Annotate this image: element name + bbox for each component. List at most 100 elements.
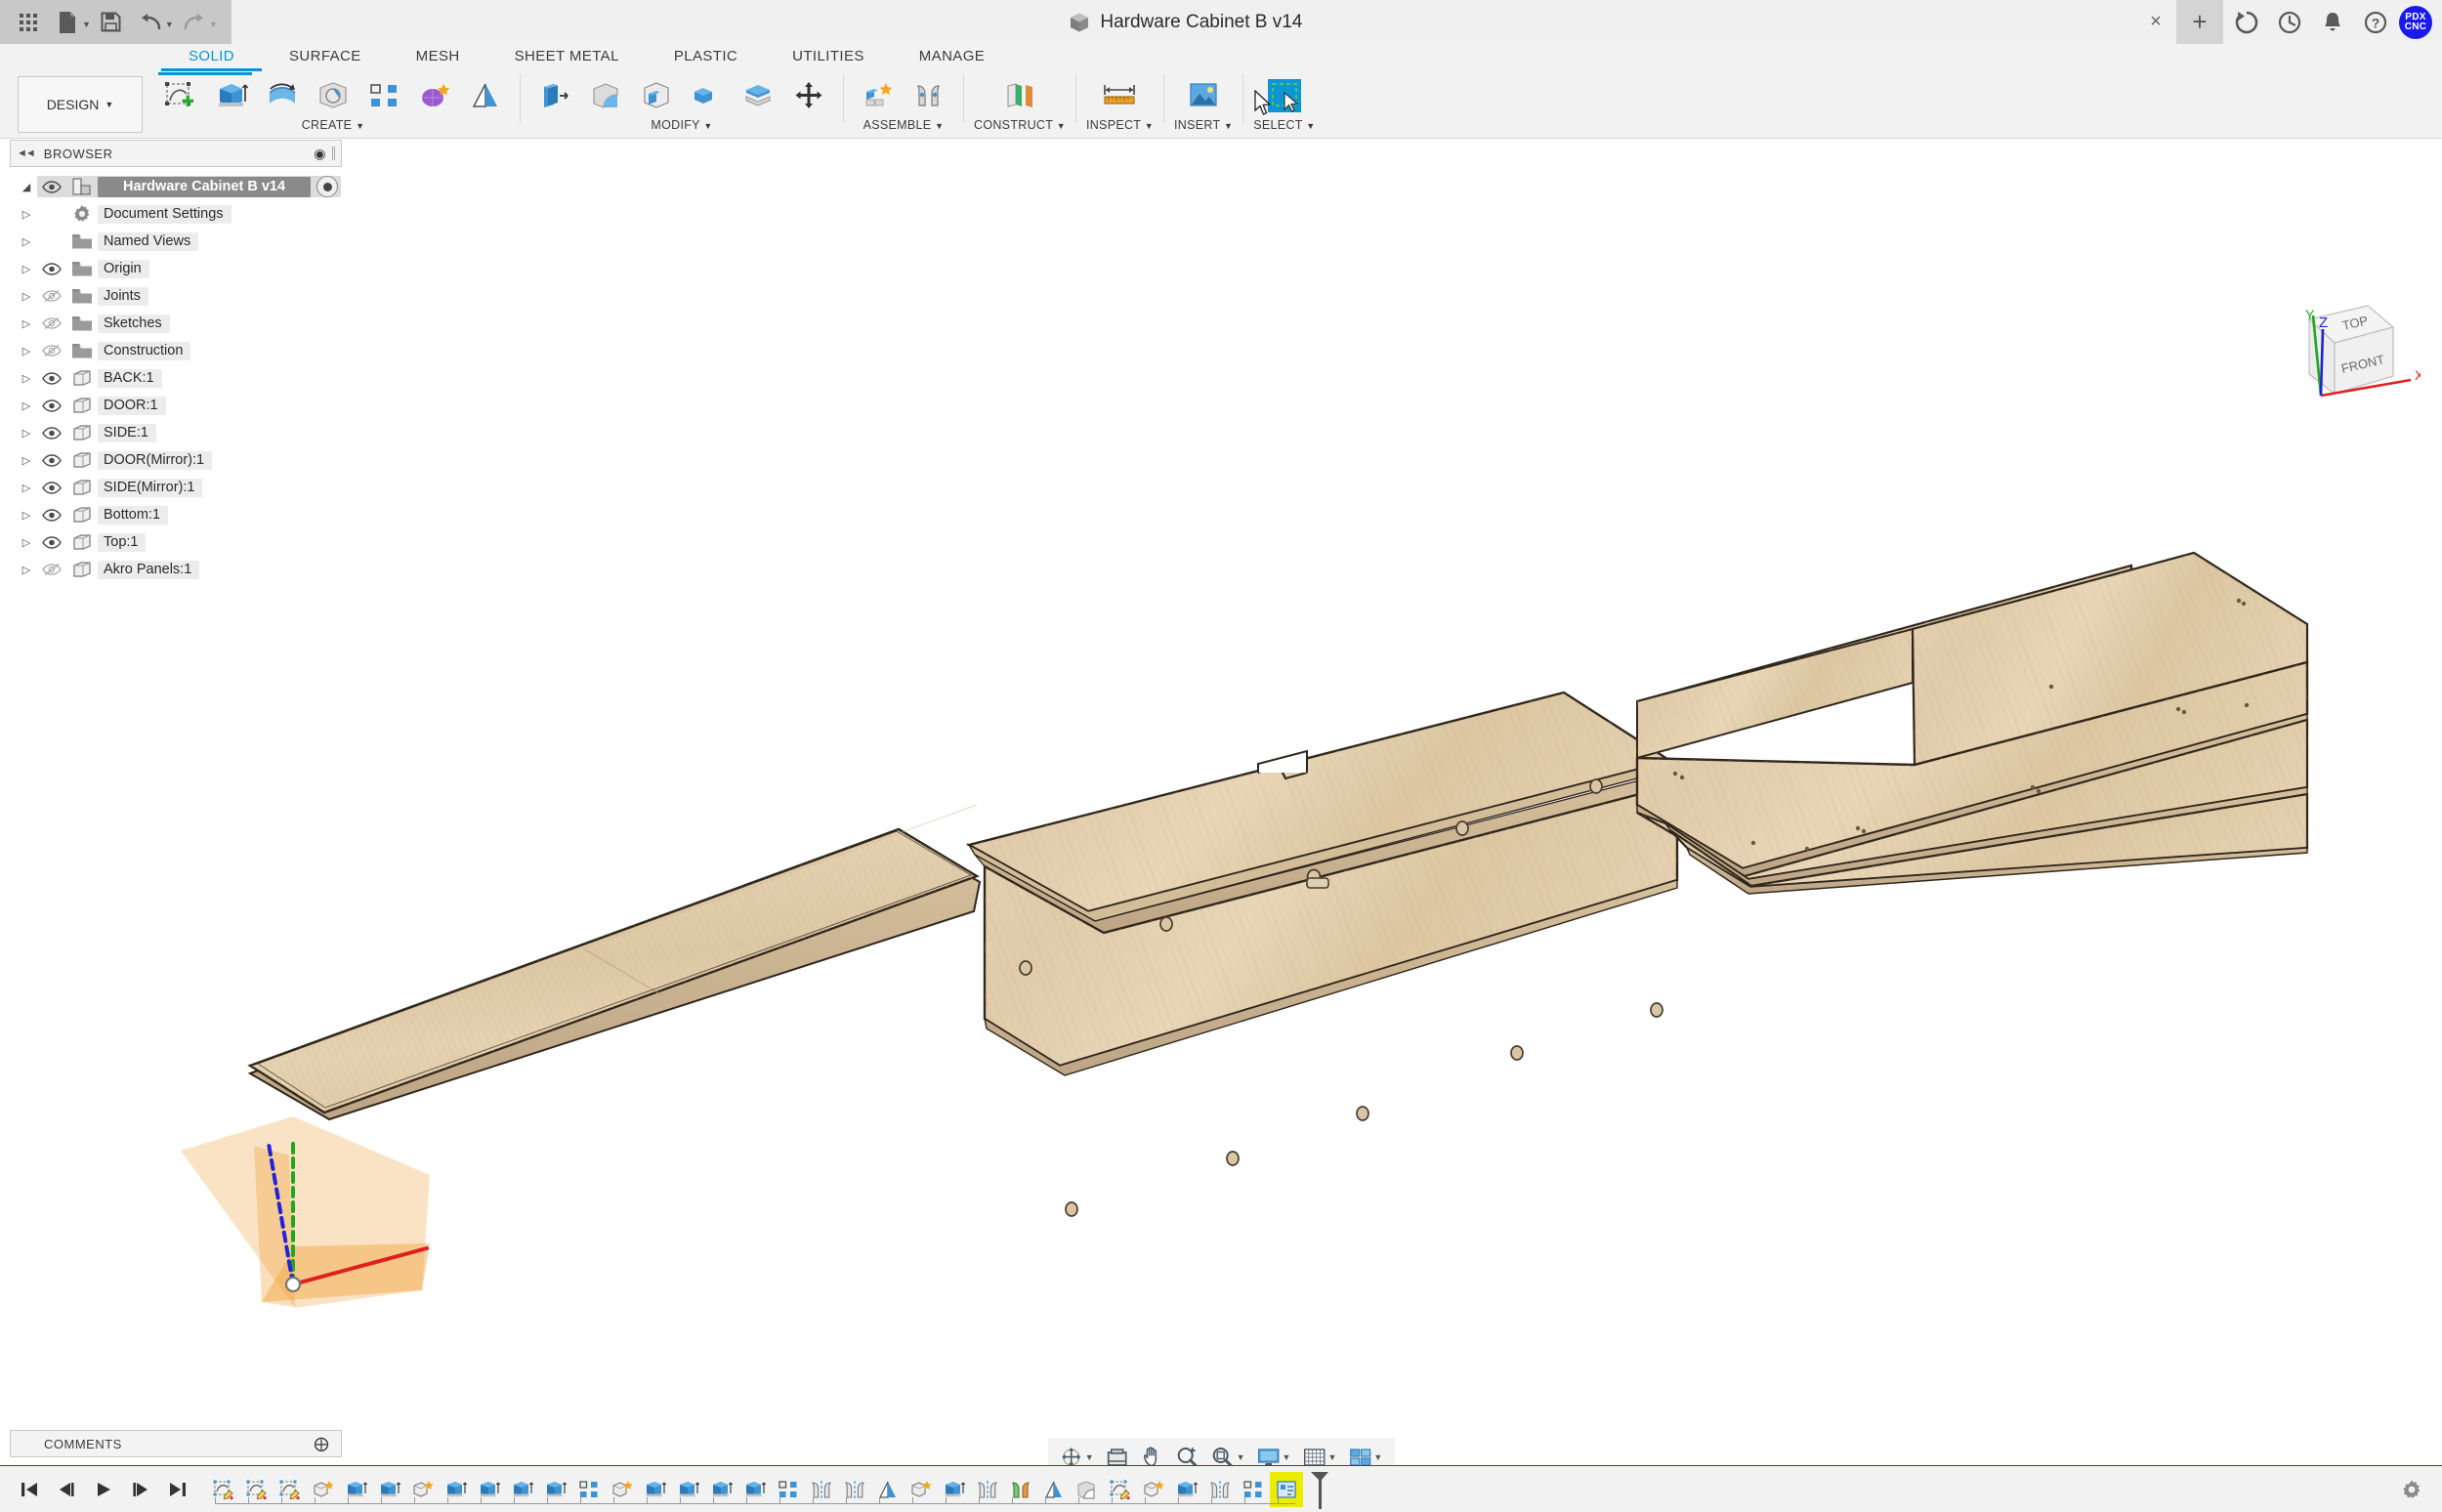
tree-item-back[interactable]: ▷ BACK:1 xyxy=(10,364,342,392)
fillet-button[interactable] xyxy=(581,74,630,117)
timeline-feature-15[interactable] xyxy=(705,1472,738,1507)
revolve-button[interactable] xyxy=(258,74,307,117)
timeline-feature-7[interactable] xyxy=(440,1472,473,1507)
tab-surface[interactable]: SURFACE xyxy=(262,46,389,71)
visibility-eye-off-icon[interactable] xyxy=(37,316,66,330)
tree-item-top[interactable]: ▷ Top:1 xyxy=(10,528,342,556)
undo-button[interactable] xyxy=(132,6,169,39)
refresh-icon[interactable] xyxy=(2227,3,2266,42)
timeline-feature-19[interactable] xyxy=(838,1472,871,1507)
tree-item-side-mirror[interactable]: ▷ SIDE(Mirror):1 xyxy=(10,474,342,501)
tree-item-akro-panels[interactable]: ▷ Akro Panels:1 xyxy=(10,556,342,583)
timeline-feature-11[interactable] xyxy=(572,1472,606,1507)
undo-caret-icon[interactable]: ▼ xyxy=(165,20,174,29)
visibility-eye-icon[interactable] xyxy=(37,263,66,275)
timeline-feature-23[interactable] xyxy=(971,1472,1004,1507)
redo-caret-icon[interactable]: ▼ xyxy=(209,20,218,29)
extrude-button[interactable] xyxy=(207,74,256,117)
expand-arrow-icon[interactable]: ▷ xyxy=(16,482,37,494)
timeline-feature-28[interactable] xyxy=(1137,1472,1170,1507)
expand-arrow-icon[interactable]: ▷ xyxy=(16,427,37,440)
tab-manage[interactable]: MANAGE xyxy=(892,46,1012,71)
expand-arrow-icon[interactable]: ▷ xyxy=(16,263,37,275)
visibility-eye-off-icon[interactable] xyxy=(37,344,66,357)
timeline-feature-30[interactable] xyxy=(1203,1472,1237,1507)
expand-arrow-icon[interactable]: ▷ xyxy=(16,290,37,303)
step-forward-button[interactable] xyxy=(125,1475,156,1504)
go-to-beginning-button[interactable] xyxy=(14,1475,45,1504)
timeline-feature-10[interactable] xyxy=(539,1472,572,1507)
tab-utilities[interactable]: UTILITIES xyxy=(765,46,892,71)
timeline-marker[interactable] xyxy=(1305,1470,1330,1509)
offset-face-button[interactable] xyxy=(734,74,782,117)
expand-arrow-icon[interactable]: ▷ xyxy=(16,208,37,221)
timeline-feature-12[interactable] xyxy=(606,1472,639,1507)
timeline-feature-21[interactable] xyxy=(905,1472,938,1507)
visibility-eye-icon[interactable] xyxy=(37,399,66,412)
move-copy-button[interactable] xyxy=(784,74,833,117)
timeline-feature-17[interactable] xyxy=(772,1472,805,1507)
group-label-modify[interactable]: MODIFY ▼ xyxy=(651,118,712,132)
timeline-feature-3[interactable] xyxy=(307,1472,340,1507)
tab-mesh[interactable]: MESH xyxy=(389,46,487,71)
3d-viewport[interactable]: TOP FRONT X Y Z xyxy=(0,140,2442,1419)
visibility-eye-icon[interactable] xyxy=(37,509,66,522)
group-label-inspect[interactable]: INSPECT ▼ xyxy=(1086,118,1154,132)
new-component-button[interactable] xyxy=(854,74,903,117)
collapse-left-icon[interactable]: ◄◄ xyxy=(17,147,34,159)
workspace-switcher-button[interactable]: DESIGN ▼ xyxy=(18,76,143,133)
comments-panel[interactable]: COMMENTS ⨁ xyxy=(10,1430,342,1457)
expand-arrow-icon[interactable]: ◢ xyxy=(16,181,37,193)
visibility-eye-off-icon[interactable] xyxy=(37,563,66,576)
timeline-feature-1[interactable] xyxy=(240,1472,274,1507)
chevron-down-icon[interactable]: ▼ xyxy=(1283,1452,1291,1462)
expand-arrow-icon[interactable]: ▷ xyxy=(16,372,37,385)
expand-arrow-icon[interactable]: ▷ xyxy=(16,454,37,467)
create-form-button[interactable] xyxy=(410,74,459,117)
timeline-feature-22[interactable] xyxy=(938,1472,971,1507)
create-sketch-button[interactable] xyxy=(156,74,205,117)
file-menu-button[interactable] xyxy=(49,6,86,39)
loft-button[interactable] xyxy=(461,74,510,117)
tab-sheet-metal[interactable]: SHEET METAL xyxy=(487,46,647,71)
app-grid-button[interactable] xyxy=(10,6,47,39)
visibility-eye-icon[interactable] xyxy=(37,536,66,549)
timeline-feature-18[interactable] xyxy=(805,1472,838,1507)
visibility-eye-icon[interactable] xyxy=(37,181,66,193)
timeline-feature-27[interactable] xyxy=(1104,1472,1137,1507)
tree-item-joints[interactable]: ▷ Joints xyxy=(10,282,342,310)
chevron-down-icon[interactable]: ▼ xyxy=(1327,1452,1336,1462)
document-tab[interactable]: Hardware Cabinet B v14 xyxy=(232,12,2139,33)
group-label-select[interactable]: SELECT ▼ xyxy=(1253,118,1315,132)
group-label-create[interactable]: CREATE ▼ xyxy=(302,118,365,132)
chevron-down-icon[interactable]: ▼ xyxy=(1085,1452,1094,1462)
timeline-feature-26[interactable] xyxy=(1071,1472,1104,1507)
chevron-down-icon[interactable]: ▼ xyxy=(1237,1452,1245,1462)
tree-item-bottom[interactable]: ▷ Bottom:1 xyxy=(10,501,342,528)
timeline-feature-list[interactable] xyxy=(207,1472,1303,1507)
part-back-panel[interactable] xyxy=(250,805,980,1119)
help-icon[interactable]: ? xyxy=(2356,3,2395,42)
visibility-eye-icon[interactable] xyxy=(37,454,66,467)
timeline-feature-32[interactable] xyxy=(1270,1472,1303,1507)
add-comment-icon[interactable]: ⨁ xyxy=(315,1435,330,1452)
rectangular-pattern-button[interactable] xyxy=(359,74,408,117)
timeline-feature-4[interactable] xyxy=(340,1472,373,1507)
tree-item-side[interactable]: ▷ SIDE:1 xyxy=(10,419,342,446)
timeline-feature-24[interactable] xyxy=(1004,1472,1037,1507)
timeline-feature-31[interactable] xyxy=(1237,1472,1270,1507)
panel-options-icon[interactable]: ◉ xyxy=(314,146,326,162)
measure-button[interactable] xyxy=(1095,74,1144,117)
timeline-feature-9[interactable] xyxy=(506,1472,539,1507)
browser-root-node[interactable]: ◢ Hardware Cabinet B v14 xyxy=(10,173,342,200)
timeline-feature-20[interactable] xyxy=(871,1472,905,1507)
expand-arrow-icon[interactable]: ▷ xyxy=(16,399,37,412)
group-label-insert[interactable]: INSERT ▼ xyxy=(1174,118,1233,132)
group-label-construct[interactable]: CONSTRUCT ▼ xyxy=(974,118,1066,132)
timeline-feature-5[interactable] xyxy=(373,1472,406,1507)
combine-button[interactable] xyxy=(683,74,732,117)
tree-item-sketches[interactable]: ▷ Sketches xyxy=(10,310,342,337)
timeline-settings-button[interactable] xyxy=(2401,1479,2422,1500)
tree-item-origin[interactable]: ▷ Origin xyxy=(10,255,342,282)
go-to-end-button[interactable] xyxy=(162,1475,193,1504)
